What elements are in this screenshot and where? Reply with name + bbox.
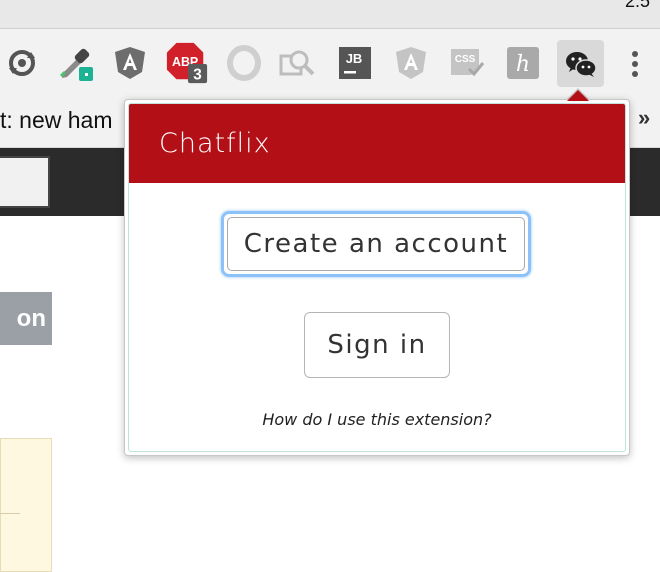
help-link[interactable]: How do I use this extension? (129, 410, 625, 429)
create-account-focus-ring: Create an account (221, 211, 531, 277)
angular-icon[interactable] (389, 41, 433, 85)
more-menu-icon[interactable] (624, 49, 646, 81)
page-note-divider (0, 513, 20, 514)
page-button[interactable]: on (0, 292, 52, 345)
jetbrains-label: JB (346, 51, 363, 66)
sign-in-button[interactable]: Sign in (304, 312, 450, 378)
jetbrains-icon[interactable]: JB (333, 41, 377, 85)
popup-header: Chatflix (129, 104, 625, 183)
magnifier-icon[interactable] (276, 41, 320, 85)
create-account-button[interactable]: Create an account (227, 217, 525, 271)
opera-icon[interactable] (222, 41, 266, 85)
honey-icon[interactable]: h (501, 41, 545, 85)
bookmark-item[interactable]: t: new ham (0, 107, 113, 134)
popup-arrow-fill (567, 90, 589, 101)
adblock-icon[interactable]: ABP 3 (165, 41, 209, 85)
popup-body: Chatflix Create an account Sign in How d… (128, 103, 626, 452)
extension-popup: Chatflix Create an account Sign in How d… (124, 99, 630, 456)
page-note-box (0, 438, 52, 572)
adblock-badge: 3 (193, 66, 202, 83)
wechat-icon[interactable] (557, 40, 604, 87)
system-menu-bar: 2:5 (0, 0, 660, 29)
sync-icon[interactable] (0, 41, 44, 85)
angular-icon[interactable] (108, 41, 152, 85)
css-icon[interactable]: CSS (445, 41, 489, 85)
eyedropper-icon[interactable] (55, 41, 99, 85)
clock: 2:5 (624, 0, 650, 11)
extensions-toolbar: ABP 3 JB CSS h (0, 29, 660, 101)
css-label: CSS (455, 54, 476, 65)
svg-text:h: h (516, 52, 530, 77)
page-search-field[interactable] (0, 156, 50, 208)
bookmarks-overflow-icon[interactable]: » (638, 105, 650, 131)
popup-title: Chatflix (159, 128, 271, 159)
